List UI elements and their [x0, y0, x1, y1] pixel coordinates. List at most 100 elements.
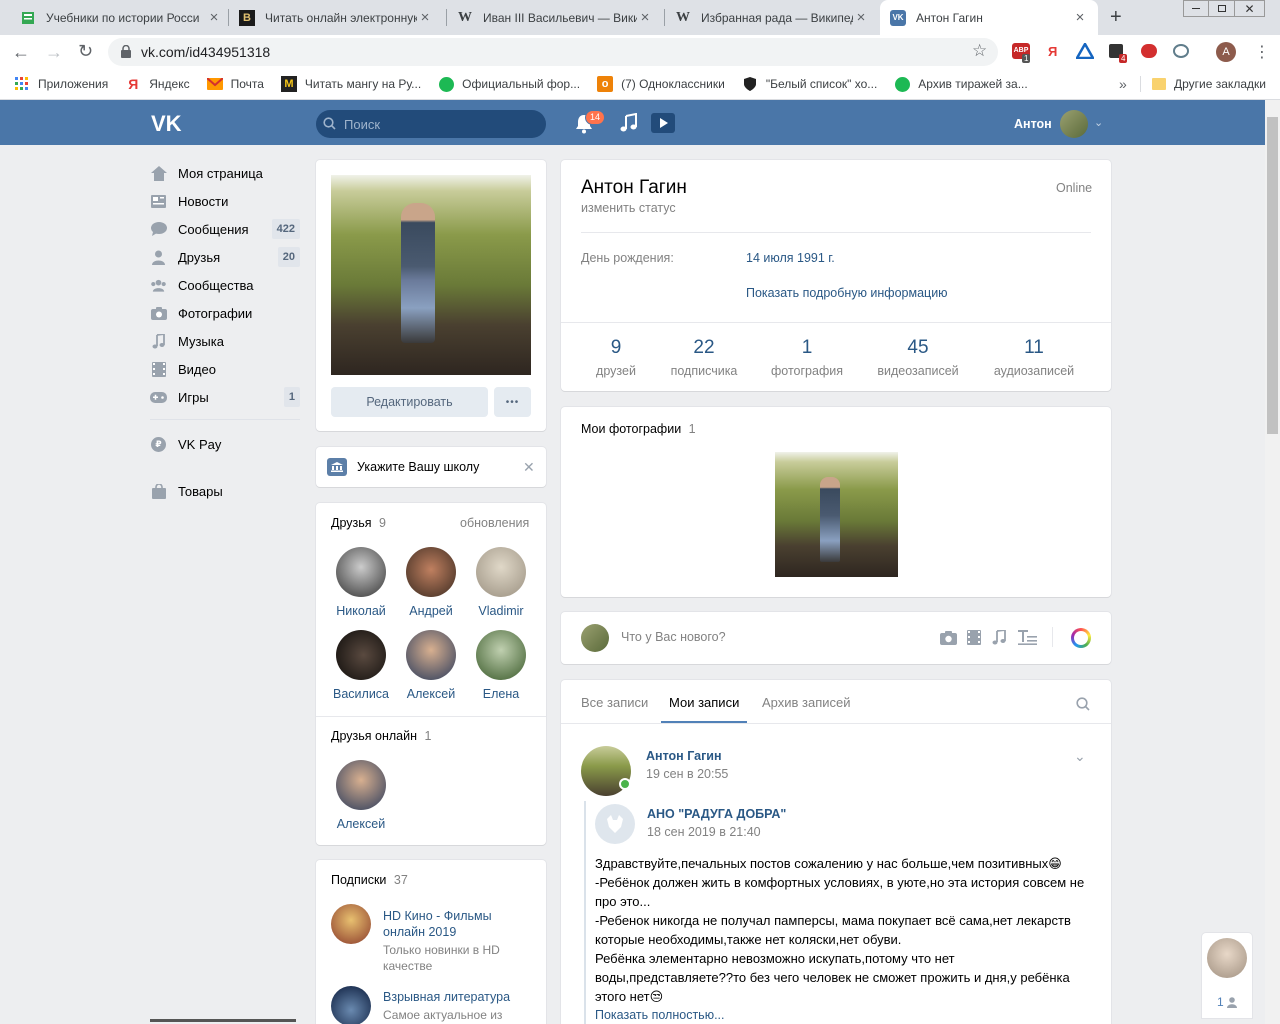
vpn-extension-icon[interactable] — [1173, 44, 1189, 58]
friends-online-header[interactable]: Друзья онлайн 1 — [331, 729, 431, 743]
window-close-button[interactable]: ✕ — [1235, 0, 1265, 17]
friend-card[interactable]: Елена — [466, 630, 536, 701]
menu-market[interactable]: Товары — [150, 477, 300, 505]
tab-5-active[interactable]: VK Антон Гагин × — [880, 0, 1098, 35]
wall-tab-archive[interactable]: Архив записей — [762, 695, 851, 710]
composer-input[interactable]: Что у Вас нового? — [621, 630, 726, 644]
stat-friends[interactable]: 9 друзей — [571, 337, 661, 378]
camera-icon[interactable] — [940, 631, 957, 648]
edit-profile-button[interactable]: Редактировать — [331, 387, 488, 417]
show-more-info-link[interactable]: Показать подробную информацию — [746, 286, 948, 300]
close-icon[interactable]: × — [206, 9, 222, 26]
restore-button[interactable] — [1209, 0, 1235, 17]
kebab-menu-icon[interactable]: ⋮ — [1254, 42, 1270, 62]
post-author[interactable]: Антон Гагин — [646, 749, 722, 763]
reload-icon[interactable]: ↻ — [78, 41, 93, 62]
bookmark-yandex[interactable]: Я Яндекс — [125, 76, 189, 92]
friends-updates-link[interactable]: обновления — [460, 516, 529, 530]
triangle-extension-icon[interactable] — [1075, 42, 1095, 62]
bookmark-apps[interactable]: Приложения — [14, 76, 108, 92]
close-icon[interactable]: × — [637, 9, 653, 26]
minimize-button[interactable] — [1183, 0, 1209, 17]
bookmark-archive[interactable]: Архив тиражей за... — [894, 76, 1028, 92]
video-icon[interactable] — [967, 630, 981, 648]
vk-logo-icon[interactable]: VK — [151, 111, 185, 136]
close-icon[interactable]: ✕ — [523, 459, 535, 476]
chevron-down-icon[interactable]: ⌄ — [1074, 748, 1086, 765]
star-icon[interactable]: ☆ — [972, 41, 987, 61]
menu-news[interactable]: Новости — [150, 187, 300, 215]
header-user-name[interactable]: Антон — [1014, 117, 1052, 131]
tab-1[interactable]: Учебники по истории Росси × — [10, 0, 232, 35]
avatar[interactable] — [331, 904, 371, 944]
subscription-name[interactable]: Взрывная литература — [383, 990, 533, 1004]
other-bookmarks[interactable]: Другие закладки — [1152, 77, 1266, 91]
header-avatar[interactable] — [1060, 110, 1088, 138]
friends-header[interactable]: Друзья 9 — [331, 516, 386, 530]
menu-games[interactable]: Игры 1 — [150, 383, 300, 411]
menu-friends[interactable]: Друзья 20 — [150, 243, 300, 271]
wall-tab-mine[interactable]: Мои записи — [669, 695, 739, 710]
stat-followers[interactable]: 22 подписчика — [659, 337, 749, 378]
birthday-value[interactable]: 14 июля 1991 г. — [746, 251, 835, 265]
friend-card[interactable]: Алексей — [396, 630, 466, 701]
poster-icon[interactable] — [1071, 628, 1091, 648]
stat-photos[interactable]: 1 фотография — [762, 337, 852, 378]
avatar[interactable] — [331, 986, 371, 1024]
scrollbar-thumb[interactable] — [1267, 117, 1278, 434]
wall-tab-all[interactable]: Все записи — [581, 695, 648, 710]
back-icon[interactable]: ← — [12, 42, 30, 63]
friend-card[interactable]: Алексей — [326, 760, 396, 831]
bookmark-mail[interactable]: Почта — [206, 76, 264, 92]
show-more-link[interactable]: Показать полностью... — [595, 1008, 725, 1022]
subscription-name[interactable]: HD Кино - Фильмы онлайн 2019 — [383, 908, 533, 940]
bookmark-forum[interactable]: Официальный фор... — [438, 76, 580, 92]
search-icon[interactable] — [1076, 697, 1090, 714]
stat-audio[interactable]: 11 аудиозаписей — [979, 337, 1089, 378]
repost-author[interactable]: АНО "РАДУГА ДОБРА" — [647, 807, 786, 821]
chevron-down-icon[interactable]: ⌄ — [1094, 116, 1103, 129]
article-icon[interactable] — [1018, 630, 1037, 648]
menu-photos[interactable]: Фотографии — [150, 299, 300, 327]
menu-groups[interactable]: Сообщества — [150, 271, 300, 299]
tab-3[interactable]: W Иван III Васильевич — Вики × — [447, 0, 663, 35]
friend-card[interactable]: Василиса — [326, 630, 396, 701]
close-icon[interactable]: × — [853, 9, 869, 26]
yandex-extension-icon[interactable]: Я — [1048, 44, 1057, 59]
bookmark-odnoklassniki[interactable]: o (7) Одноклассники — [597, 76, 725, 92]
post-date[interactable]: 19 сен в 20:55 — [646, 767, 728, 781]
subscriptions-header[interactable]: Подписки 37 — [331, 873, 408, 887]
stat-videos[interactable]: 45 видеозаписей — [863, 337, 973, 378]
music-icon[interactable] — [620, 112, 638, 136]
play-icon[interactable] — [651, 113, 675, 136]
search-input[interactable]: Поиск — [316, 110, 546, 138]
repost-avatar[interactable] — [595, 804, 635, 844]
friend-card[interactable]: Vladimir — [466, 547, 536, 618]
menu-my-page[interactable]: Моя страница — [150, 159, 300, 187]
photo-thumbnail[interactable] — [775, 452, 898, 577]
menu-messages[interactable]: Сообщения 422 — [150, 215, 300, 243]
friend-card[interactable]: Андрей — [396, 547, 466, 618]
repost-date[interactable]: 18 сен 2019 в 21:40 — [647, 825, 761, 839]
avatar[interactable] — [1207, 938, 1247, 978]
profile-photo[interactable] — [331, 175, 531, 375]
music-icon[interactable] — [992, 628, 1006, 648]
new-tab-button[interactable]: + — [1110, 6, 1122, 29]
close-icon[interactable]: × — [417, 9, 433, 26]
friend-card[interactable]: Николай — [326, 547, 396, 618]
my-photos-header[interactable]: Мои фотографии 1 — [581, 422, 696, 436]
tab-2[interactable]: B Читать онлайн электроннук × — [229, 0, 443, 35]
profile-avatar[interactable]: A — [1216, 42, 1236, 62]
forward-icon[interactable]: → — [45, 42, 63, 63]
tab-4[interactable]: W Избранная рада — Википед × — [665, 0, 879, 35]
more-actions-button[interactable]: ••• — [494, 387, 531, 417]
menu-music[interactable]: Музыка — [150, 327, 300, 355]
chat-extension-icon[interactable] — [1141, 44, 1157, 58]
change-status-link[interactable]: изменить статус — [581, 201, 676, 215]
bookmark-whitelist[interactable]: "Белый список" хо... — [742, 76, 877, 92]
bookmark-manga[interactable]: M Читать мангу на Ру... — [280, 76, 421, 92]
close-icon[interactable]: × — [1072, 9, 1088, 26]
bookmarks-overflow-button[interactable]: » — [1119, 76, 1127, 92]
menu-vkpay[interactable]: ₽ VK Pay — [150, 430, 300, 458]
menu-video[interactable]: Видео — [150, 355, 300, 383]
